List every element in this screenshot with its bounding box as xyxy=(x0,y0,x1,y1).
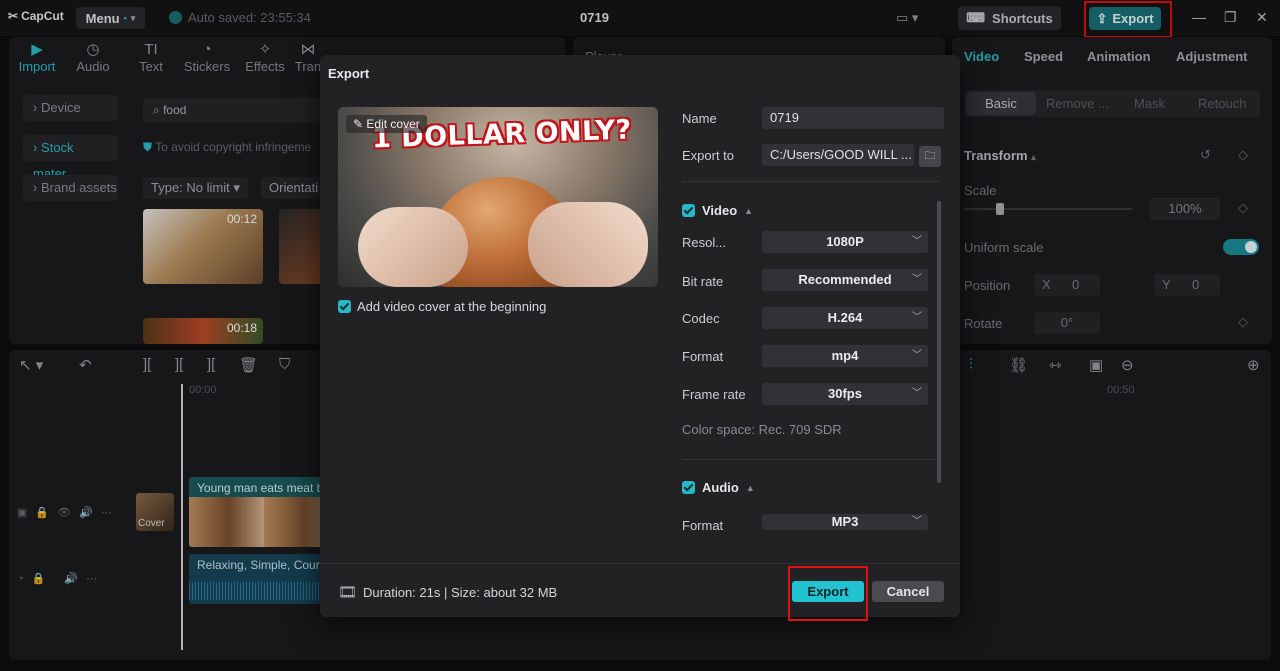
add-cover-checkbox[interactable]: Add video cover at the beginning xyxy=(338,299,546,314)
chevron-up-icon: ▲ xyxy=(745,482,755,493)
chevron-up-icon: ▲ xyxy=(744,205,754,216)
chevron-down-icon: ﹀ xyxy=(912,312,922,323)
format-select[interactable]: mp4 ﹀ xyxy=(762,345,928,367)
name-input[interactable]: 0719 xyxy=(762,107,944,129)
hand-right-image xyxy=(528,202,648,287)
settings-scrollbar[interactable] xyxy=(937,201,941,483)
pencil-icon: ✎ xyxy=(353,117,364,131)
hand-left-image xyxy=(358,207,468,287)
bitrate-select[interactable]: Recommended ﹀ xyxy=(762,269,928,291)
footer-divider xyxy=(320,563,960,564)
audio-format-label: Format xyxy=(682,518,724,533)
codec-select[interactable]: H.264 ﹀ xyxy=(762,307,928,329)
edit-cover-button[interactable]: ✎ Edit cover xyxy=(346,115,427,133)
chevron-down-icon: ﹀ xyxy=(912,236,922,247)
folder-icon[interactable]: 🗀 xyxy=(919,146,941,167)
checkbox-checked-icon xyxy=(338,300,351,313)
divider xyxy=(682,459,940,460)
export-path-input[interactable]: C:/Users/GOOD WILL ... xyxy=(762,144,914,166)
checkbox-checked-icon xyxy=(682,204,695,217)
dialog-title: Export xyxy=(328,66,370,81)
audio-section-toggle[interactable]: Audio ▲ xyxy=(682,480,755,495)
divider xyxy=(682,181,940,182)
framerate-label: Frame rate xyxy=(682,387,746,402)
resolution-label: Resol... xyxy=(682,235,727,250)
export-dialog: Export 1 DOLLAR ONLY? ✎ Edit cover Add v… xyxy=(320,55,960,617)
chevron-down-icon: ﹀ xyxy=(912,516,922,527)
video-section-toggle[interactable]: Video ▲ xyxy=(682,203,753,218)
chevron-down-icon: ﹀ xyxy=(912,388,922,399)
cancel-button[interactable]: Cancel xyxy=(872,581,944,602)
name-label: Name xyxy=(682,111,717,126)
film-icon: 🎞 xyxy=(338,584,358,601)
audio-format-select[interactable]: MP3 ﹀ xyxy=(762,514,928,530)
cover-preview[interactable]: 1 DOLLAR ONLY? ✎ Edit cover xyxy=(338,107,658,287)
checkbox-checked-icon xyxy=(682,481,695,494)
duration-size-info: 🎞 Duration: 21s | Size: about 32 MB xyxy=(338,584,558,601)
format-label: Format xyxy=(682,349,724,364)
bitrate-label: Bit rate xyxy=(682,274,724,289)
color-space-info: Color space: Rec. 709 SDR xyxy=(682,422,842,437)
resolution-select[interactable]: 1080P ﹀ xyxy=(762,231,928,253)
export-to-label: Export to xyxy=(682,148,735,163)
codec-label: Codec xyxy=(682,311,720,326)
highlight-box xyxy=(788,566,868,621)
chevron-down-icon: ﹀ xyxy=(912,350,922,361)
chevron-down-icon: ﹀ xyxy=(912,274,922,285)
framerate-select[interactable]: 30fps ﹀ xyxy=(762,383,928,405)
